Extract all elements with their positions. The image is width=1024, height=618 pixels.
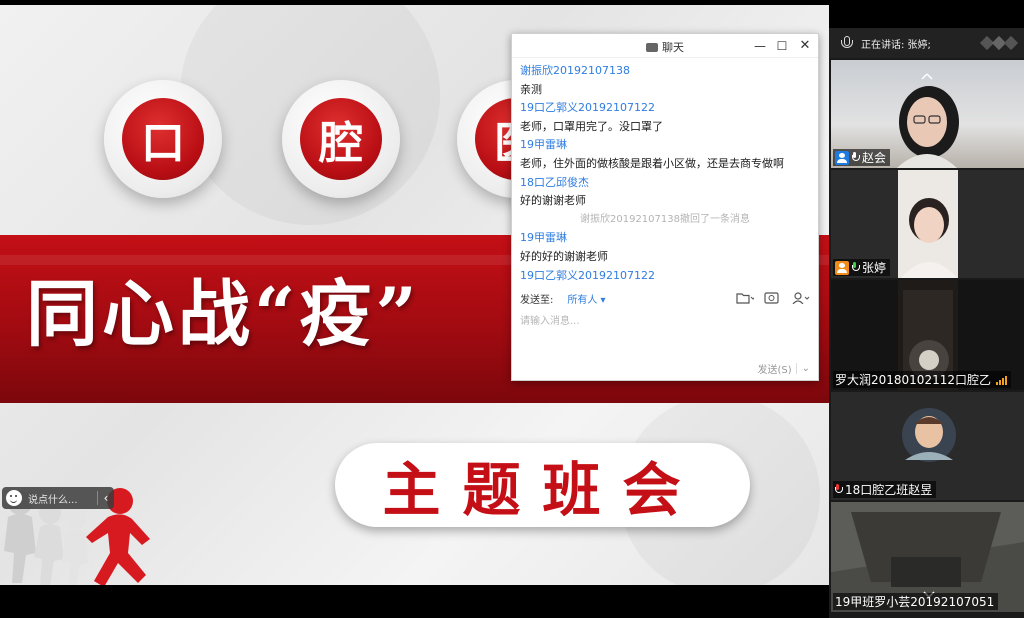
signal-strength-icon [995, 375, 1007, 385]
chat-sender-name[interactable]: 19甲雷琳 [520, 136, 810, 155]
smiley-icon[interactable] [6, 490, 22, 506]
participant-name-label: 张婷 [833, 259, 891, 276]
slide-slogan: 同心战“疫” [26, 271, 421, 356]
video-tile[interactable]: 罗大润20180102112口腔乙 [831, 280, 1024, 390]
folder-icon[interactable] [736, 292, 756, 304]
host-badge-icon [835, 150, 849, 165]
chat-message-text: 好的好的谢谢老师 [520, 249, 608, 263]
slide-char-circle: 口 [104, 80, 222, 198]
bottom-bar [0, 585, 829, 618]
slide-char-circle: 腔 [282, 80, 400, 198]
video-tile[interactable]: 张婷 [831, 170, 1024, 278]
chat-sender-name[interactable]: 19口乙郭义20192107122 [520, 267, 810, 286]
screenshot-icon[interactable] [764, 292, 782, 304]
chat-message-list[interactable]: 谢振欣20192107138 亲测 19口乙郭义20192107122 老师，口罩用完… [512, 58, 818, 304]
chat-input[interactable]: 请输入消息... [520, 312, 580, 327]
speaking-text: 正在讲话: 张婷; [861, 39, 931, 51]
microphone-icon [852, 152, 860, 163]
send-to-dropdown[interactable]: 所有人 ▾ [567, 291, 605, 306]
slide-theme-title: 主题班会 [335, 443, 750, 527]
slide-char: 口 [122, 98, 204, 180]
user-badge-icon [835, 260, 849, 275]
user-select-icon[interactable] [792, 292, 810, 305]
chat-sender-name[interactable]: 19甲雷琳 [520, 229, 810, 248]
video-tile[interactable]: 18口腔乙班赵昱 [831, 392, 1024, 500]
video-tile[interactable]: 19甲班罗小芸20192107051 [831, 502, 1024, 612]
chat-message-text: 亲测 [520, 82, 542, 96]
participant-name-label: 19甲班罗小芸20192107051 [833, 593, 999, 610]
collapse-chevron-icon[interactable]: ‹ [98, 491, 114, 505]
comment-box[interactable]: 说点什么... ‹ [2, 487, 114, 509]
chat-bubble-icon [646, 43, 658, 52]
participant-name-label: 赵会 [833, 149, 891, 166]
chat-message-text: 好的谢谢老师 [520, 194, 586, 208]
participant-name-label: 18口腔乙班赵昱 [833, 481, 937, 498]
chat-sender-name[interactable]: 谢振欣20192107138 [520, 62, 810, 81]
chat-system-notice: 谢振欣20192107138撤回了一条消息 [580, 213, 750, 225]
chat-sender-name[interactable]: 19口乙郭义20192107122 [520, 99, 810, 118]
microphone-muted-icon [835, 484, 843, 495]
app-logo-icon [979, 35, 1019, 51]
chat-message-text: 老师，口罩用完了。没口罩了 [520, 119, 663, 133]
chat-message-text: 老师，住外面的做核酸是跟着小区做，还是去商专做啊 [520, 156, 784, 170]
chat-window: 聊天 — ☐ ✕ 谢振欣20192107138 亲测 19口乙郭义201921071… [511, 33, 819, 381]
microphone-icon [841, 36, 853, 50]
chat-titlebar[interactable]: 聊天 — ☐ ✕ [512, 34, 818, 58]
meeting-window: 口 腔 医 同心战“疫” 主题班会 [0, 0, 1024, 618]
chat-sender-name[interactable]: 18口乙邱俊杰 [520, 174, 810, 193]
video-tile[interactable]: 赵会 [831, 60, 1024, 168]
speaking-indicator: 正在讲话: 张婷; [829, 28, 1024, 58]
send-button[interactable]: 发送(S) ⌄ [757, 361, 810, 376]
send-options-icon[interactable]: ⌄ [795, 363, 810, 374]
send-to-row: 发送至: 所有人 ▾ [512, 287, 818, 309]
microphone-active-icon [852, 262, 860, 273]
send-to-label: 发送至: [520, 294, 554, 306]
maximize-icon[interactable]: ☐ [774, 38, 790, 54]
comment-placeholder: 说点什么... [28, 494, 78, 506]
close-icon[interactable]: ✕ [797, 38, 813, 54]
slide-char: 腔 [300, 98, 382, 180]
chat-title: 聊天 [662, 41, 684, 54]
minimize-icon[interactable]: — [752, 38, 768, 54]
participant-name-label: 罗大润20180102112口腔乙 [833, 371, 1011, 388]
